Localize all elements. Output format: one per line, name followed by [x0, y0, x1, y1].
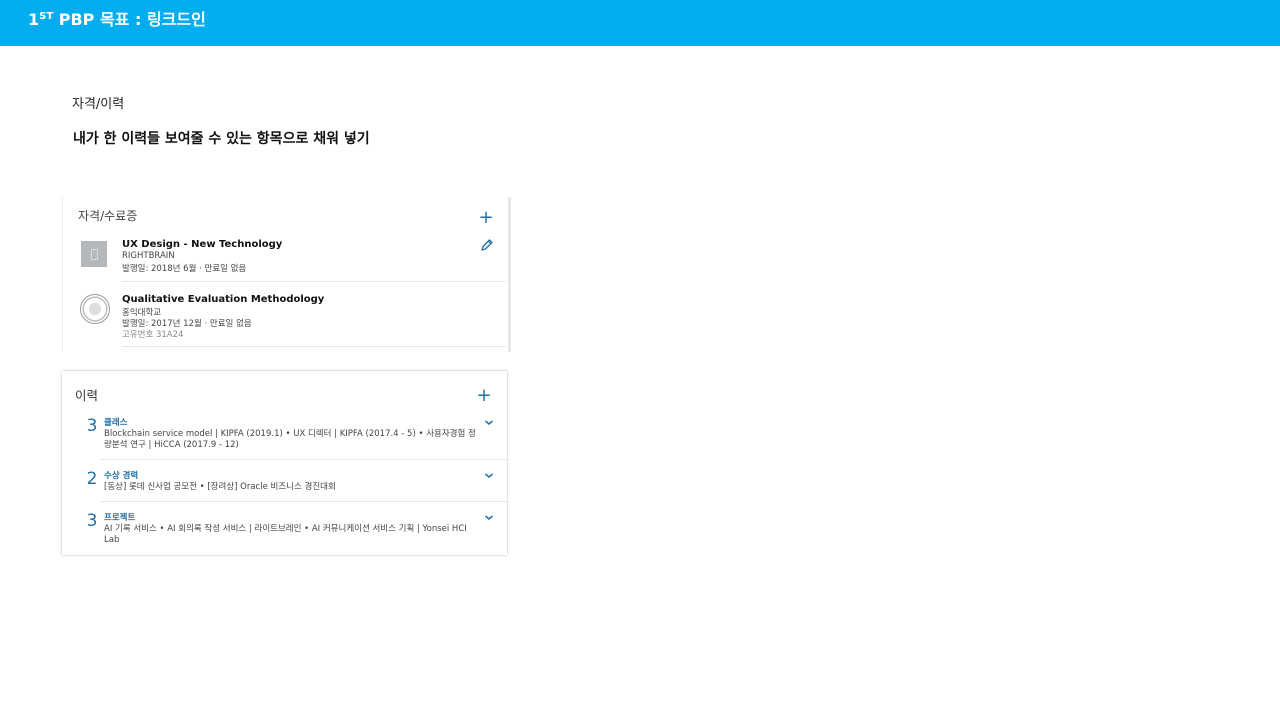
title-superscript: ST — [39, 11, 54, 22]
group-count: 3 — [86, 511, 98, 531]
cert-issuer: RIGHTBRAIN — [122, 251, 175, 261]
divider — [122, 281, 506, 282]
chevron-down-icon[interactable] — [484, 472, 494, 479]
page-title: 1ST PBP 목표 : 링크드인 — [28, 9, 206, 31]
career-title: 이력 — [75, 388, 99, 403]
plus-icon[interactable]: + — [478, 209, 494, 227]
group-description: AI 기록 서비스 • AI 회의록 작성 서비스 | 라이트브레인 • AI … — [104, 524, 467, 545]
pencil-icon[interactable] — [480, 238, 494, 252]
section-headline: 내가 한 이력들 보여줄 수 있는 항목으로 채워 넣기 — [73, 131, 370, 147]
cert-date: 발행일: 2018년 6월 · 만료일 없음 — [122, 264, 247, 274]
group-category[interactable]: 클래스 — [104, 416, 127, 428]
divider — [100, 459, 507, 460]
group-description: Blockchain service model | KIPFA (2019.1… — [104, 429, 476, 450]
chevron-down-icon[interactable] — [484, 419, 494, 426]
group-count: 2 — [86, 469, 98, 489]
university-seal-logo — [80, 294, 110, 324]
divider — [100, 501, 507, 502]
plus-icon[interactable]: + — [476, 387, 492, 405]
top-banner: 1ST PBP 목표 : 링크드인 — [0, 0, 1280, 46]
cert-name[interactable]: Qualitative Evaluation Methodology — [122, 294, 324, 305]
certifications-card: 자격/수료증 + UX Design - New Technology RIGH… — [62, 197, 511, 352]
title-prefix: 1 — [28, 10, 40, 29]
group-category[interactable]: 프로젝트 — [104, 511, 135, 523]
career-card: 이력 + 3 클래스 Blockchain service model | KI… — [62, 371, 507, 555]
group-category[interactable]: 수상 경력 — [104, 469, 138, 481]
certifications-title: 자격/수료증 — [78, 209, 138, 223]
section-label: 자격/이력 — [72, 97, 125, 112]
cert-name[interactable]: UX Design - New Technology — [122, 239, 282, 250]
chevron-down-icon[interactable] — [484, 514, 494, 521]
group-count: 3 — [86, 416, 98, 436]
group-description: [동상] 롯데 신사업 공모전 • [장려상] Oracle 비즈니스 경진대회 — [104, 482, 336, 492]
title-text: PBP 목표 : 링크드인 — [53, 10, 206, 29]
divider — [122, 346, 506, 347]
cert-credential-id: 고유번호 31A24 — [122, 330, 184, 340]
company-logo — [81, 241, 107, 267]
